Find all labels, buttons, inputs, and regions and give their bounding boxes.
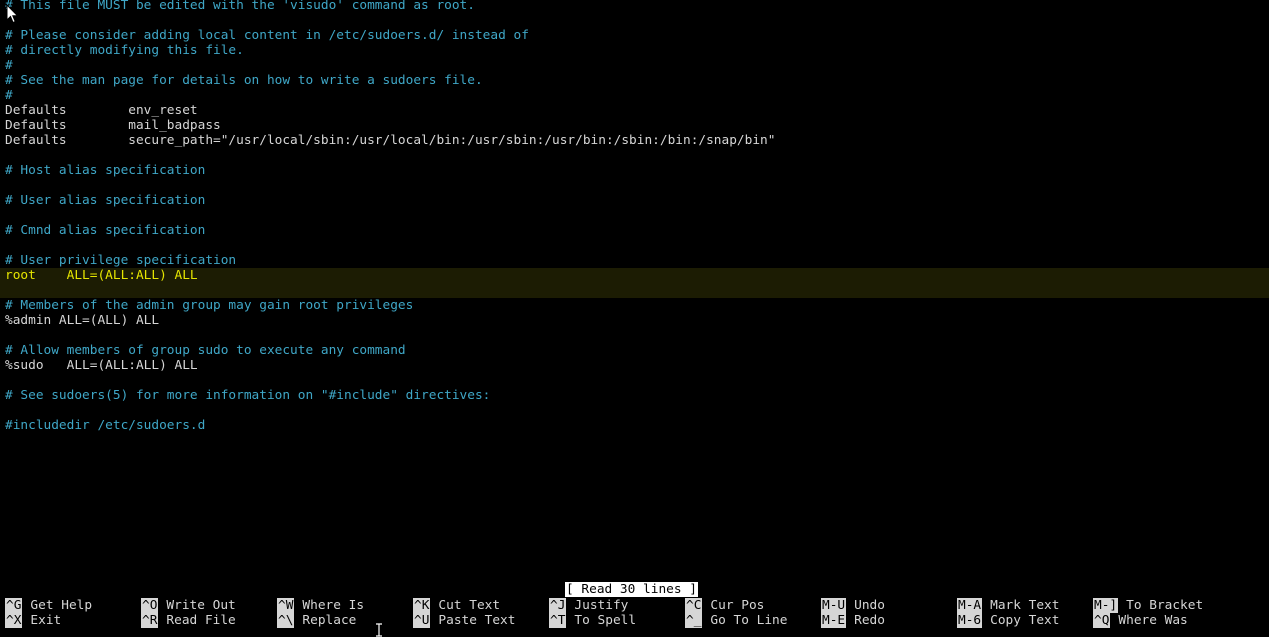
shortcut-exit[interactable]: ^X Exit	[5, 613, 61, 628]
shortcut-label: Redo	[854, 613, 885, 628]
shortcut-redo[interactable]: M-E Redo	[821, 613, 885, 628]
text-cursor-icon	[376, 623, 382, 637]
shortcut-label: Copy Text	[990, 613, 1060, 628]
editor-line-comment[interactable]: # directly modifying this file.	[0, 43, 1269, 58]
shortcut-label: Go To Line	[710, 613, 788, 628]
shortcut-key: ^X	[5, 613, 23, 628]
shortcut-label: Write Out	[166, 598, 236, 613]
shortcut-key: ^W	[277, 598, 295, 613]
shortcut-go-to-line[interactable]: ^_ Go To Line	[685, 613, 787, 628]
editor-line-comment[interactable]: # Please consider adding local content i…	[0, 28, 1269, 43]
editor-line[interactable]	[0, 328, 1269, 343]
shortcut-label: Cut Text	[438, 598, 501, 613]
shortcut-copy-text[interactable]: M-6 Copy Text	[957, 613, 1059, 628]
shortcut-to-bracket[interactable]: M-] To Bracket	[1093, 598, 1203, 613]
editor-line-comment[interactable]: # Members of the admin group may gain ro…	[0, 298, 1269, 313]
shortcut-label: Mark Text	[990, 598, 1060, 613]
editor-line[interactable]: %admin ALL=(ALL) ALL	[0, 313, 1269, 328]
shortcut-to-spell[interactable]: ^T To Spell	[549, 613, 636, 628]
mouse-pointer-icon	[6, 4, 19, 24]
shortcut-cur-pos[interactable]: ^C Cur Pos	[685, 598, 764, 613]
shortcut-label: To Bracket	[1126, 598, 1204, 613]
editor-line-comment[interactable]: # See sudoers(5) for more information on…	[0, 388, 1269, 403]
editor-line-comment[interactable]: #	[0, 58, 1269, 73]
shortcut-label: Undo	[854, 598, 885, 613]
shortcut-key: M-A	[957, 598, 983, 613]
shortcut-label: Paste Text	[438, 613, 516, 628]
status-message: [ Read 30 lines ]	[565, 582, 698, 597]
editor-line-comment[interactable]: #	[0, 88, 1269, 103]
shortcut-key: ^_	[685, 613, 703, 628]
editor-line-comment[interactable]: # User alias specification	[0, 193, 1269, 208]
editor-line[interactable]	[0, 373, 1269, 388]
shortcut-key: ^K	[413, 598, 431, 613]
editor-line-comment[interactable]: # Host alias specification	[0, 163, 1269, 178]
editor-line[interactable]	[0, 148, 1269, 163]
shortcut-key: ^T	[549, 613, 567, 628]
editor-line[interactable]	[0, 13, 1269, 28]
shortcut-label: Where Was	[1118, 613, 1188, 628]
shortcut-label: Exit	[30, 613, 62, 628]
editor-line[interactable]	[0, 178, 1269, 193]
editor-line[interactable]: Defaults secure_path="/usr/local/sbin:/u…	[0, 133, 1269, 148]
shortcut-label: Justify	[574, 598, 629, 613]
shortcut-justify[interactable]: ^J Justify	[549, 598, 628, 613]
shortcut-key: ^G	[5, 598, 23, 613]
editor-line[interactable]	[0, 403, 1269, 418]
editor-text-area[interactable]: # This file MUST be edited with the 'vis…	[0, 0, 1269, 433]
shortcut-key: ^U	[413, 613, 431, 628]
shortcut-where-was[interactable]: ^Q Where Was	[1093, 613, 1188, 628]
editor-line-comment[interactable]: # This file MUST be edited with the 'vis…	[0, 0, 1269, 13]
shortcut-replace[interactable]: ^\ Replace	[277, 613, 356, 628]
shortcut-label: Read File	[166, 613, 236, 628]
shortcut-bar: ^G Get Help ^X Exit ^O Write Out ^R Read File ^W…	[5, 598, 1269, 628]
editor-line[interactable]	[0, 238, 1269, 253]
shortcut-key: ^\	[277, 613, 295, 628]
editor-line[interactable]: Defaults env_reset	[0, 103, 1269, 118]
shortcut-key: M-]	[1093, 598, 1119, 613]
shortcut-get-help[interactable]: ^G Get Help	[5, 598, 92, 613]
shortcut-key: ^R	[141, 613, 159, 628]
shortcut-label: Cur Pos	[710, 598, 765, 613]
editor-line-comment[interactable]: # See the man page for details on how to…	[0, 73, 1269, 88]
editor-line[interactable]	[0, 208, 1269, 223]
editor-line[interactable]: Defaults mail_badpass	[0, 118, 1269, 133]
shortcut-mark-text[interactable]: M-A Mark Text	[957, 598, 1059, 613]
shortcut-key: M-E	[821, 613, 847, 628]
shortcut-key: M-6	[957, 613, 983, 628]
shortcut-write-out[interactable]: ^O Write Out	[141, 598, 236, 613]
editor-line[interactable]: %sudo ALL=(ALL:ALL) ALL	[0, 358, 1269, 373]
shortcut-key: ^Q	[1093, 613, 1111, 628]
shortcut-read-file[interactable]: ^R Read File	[141, 613, 236, 628]
shortcut-key: M-U	[821, 598, 847, 613]
shortcut-where-is[interactable]: ^W Where Is	[277, 598, 364, 613]
shortcut-undo[interactable]: M-U Undo	[821, 598, 885, 613]
editor-line-current[interactable]: root ALL=(ALL:ALL) ALL	[0, 268, 1269, 283]
editor-line-comment[interactable]: # Allow members of group sudo to execute…	[0, 343, 1269, 358]
editor-line-current[interactable]	[0, 283, 1269, 298]
shortcut-label: To Spell	[574, 613, 637, 628]
shortcut-paste-text[interactable]: ^U Paste Text	[413, 613, 515, 628]
shortcut-key: ^C	[685, 598, 703, 613]
shortcut-key: ^J	[549, 598, 567, 613]
editor-line-comment[interactable]: #includedir /etc/sudoers.d	[0, 418, 1269, 433]
shortcut-label: Where Is	[302, 598, 365, 613]
editor-line-comment[interactable]: # User privilege specification	[0, 253, 1269, 268]
shortcut-key: ^O	[141, 598, 159, 613]
editor-line-comment[interactable]: # Cmnd alias specification	[0, 223, 1269, 238]
shortcut-label: Replace	[302, 613, 357, 628]
shortcut-cut-text[interactable]: ^K Cut Text	[413, 598, 500, 613]
shortcut-label: Get Help	[30, 598, 93, 613]
